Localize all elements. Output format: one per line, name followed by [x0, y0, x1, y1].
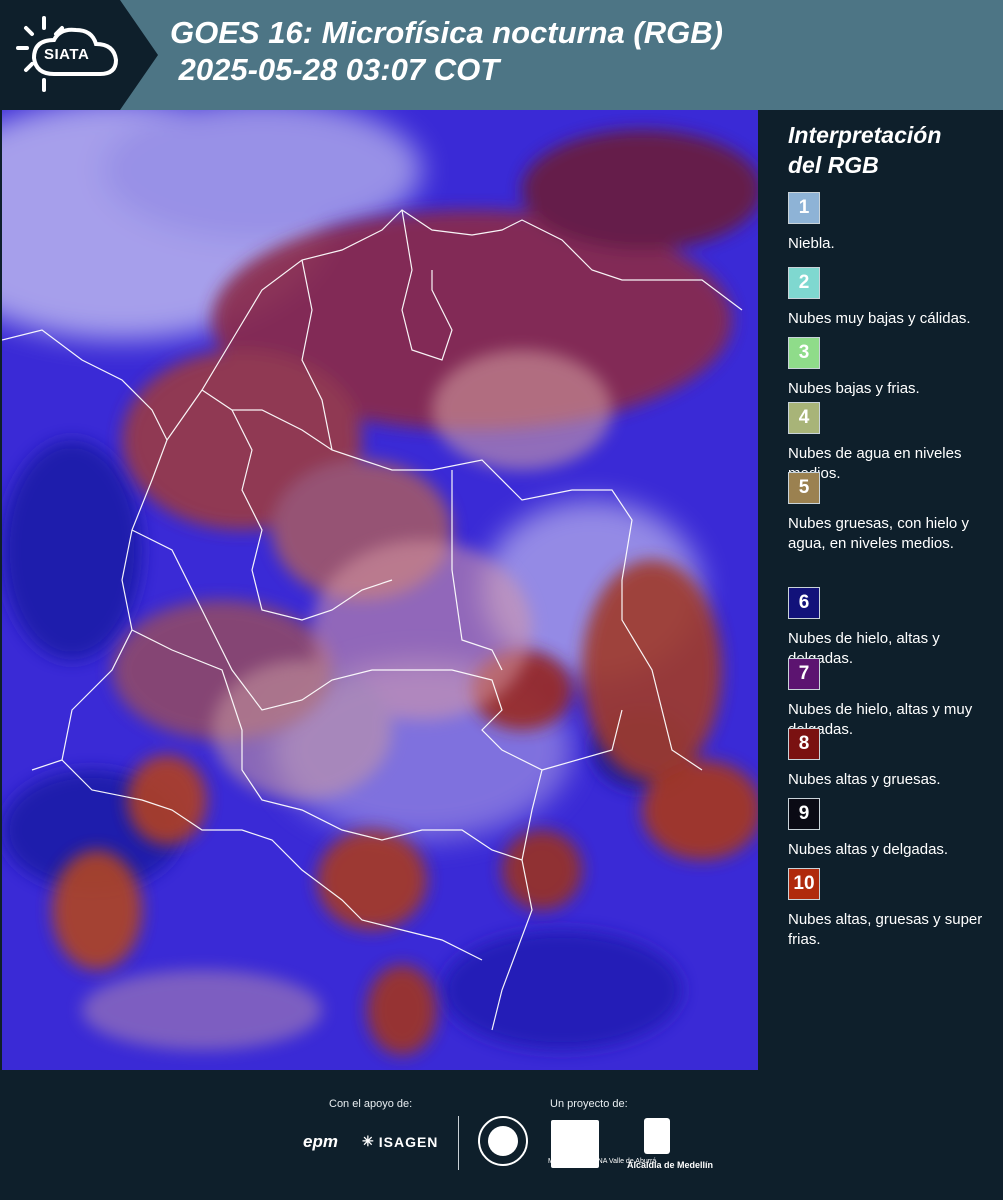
legend-swatch: 4: [788, 402, 820, 434]
footer: Con el apoyo de: Un proyecto de: epm ✳ I…: [0, 1070, 1003, 1200]
legend-label: Niebla.: [788, 235, 835, 252]
legend-swatch: 7: [788, 658, 820, 690]
legend-label: Nubes gruesas, con hielo y agua, en nive…: [788, 515, 969, 552]
header: SIATA GOES 16: Microfísica nocturna (RGB…: [0, 0, 1003, 110]
legend-item: 9 Nubes altas y delgadas.: [788, 798, 998, 860]
legend: Interpretación del RGB 1 Niebla. 2 Nubes mu…: [770, 110, 1000, 1070]
project-label: Un proyecto de:: [550, 1098, 628, 1110]
legend-item: 6 Nubes de hielo, altas y delgadas.: [788, 587, 998, 669]
legend-item: 2 Nubes muy bajas y cálidas.: [788, 267, 998, 329]
legend-label: Nubes altas y gruesas.: [788, 771, 941, 788]
support-label: Con el apoyo de:: [329, 1098, 413, 1110]
legend-item: 3 Nubes bajas y frias.: [788, 337, 998, 399]
legend-swatch: 10: [788, 868, 820, 900]
footer-divider: [458, 1116, 459, 1170]
satellite-map: [2, 110, 758, 1070]
legend-item: 5 Nubes gruesas, con hielo y agua, en niv…: [788, 472, 998, 554]
page-title: GOES 16: Microfísica nocturna (RGB) 2025…: [170, 15, 723, 87]
alcaldia-shield-icon: [644, 1118, 670, 1154]
epm-logo: epm: [303, 1132, 338, 1151]
legend-swatch: 8: [788, 728, 820, 760]
legend-item: 8 Nubes altas y gruesas.: [788, 728, 998, 790]
legend-swatch: 3: [788, 337, 820, 369]
legend-label: Nubes altas, gruesas y super frias.: [788, 911, 983, 948]
university-seal-icon: [478, 1116, 528, 1166]
legend-swatch: 5: [788, 472, 820, 504]
alcaldia-text: Alcaldía de Medellín: [627, 1160, 714, 1170]
legend-swatch: 9: [788, 798, 820, 830]
isagen-icon: ✳: [362, 1133, 375, 1149]
legend-item: 1 Niebla.: [788, 192, 998, 254]
legend-label: Nubes altas y delgadas.: [788, 841, 949, 858]
legend-title: Interpretación del RGB: [788, 122, 942, 178]
legend-label: Nubes bajas y frias.: [788, 380, 920, 397]
legend-swatch: 1: [788, 192, 820, 224]
legend-label: Nubes muy bajas y cálidas.: [788, 310, 971, 327]
legend-swatch: 6: [788, 587, 820, 619]
isagen-logo: ✳ ISAGEN: [362, 1133, 439, 1150]
legend-item: 10 Nubes altas, gruesas y super frias.: [788, 868, 998, 950]
logo-text: SIATA: [44, 46, 90, 63]
legend-swatch: 2: [788, 267, 820, 299]
